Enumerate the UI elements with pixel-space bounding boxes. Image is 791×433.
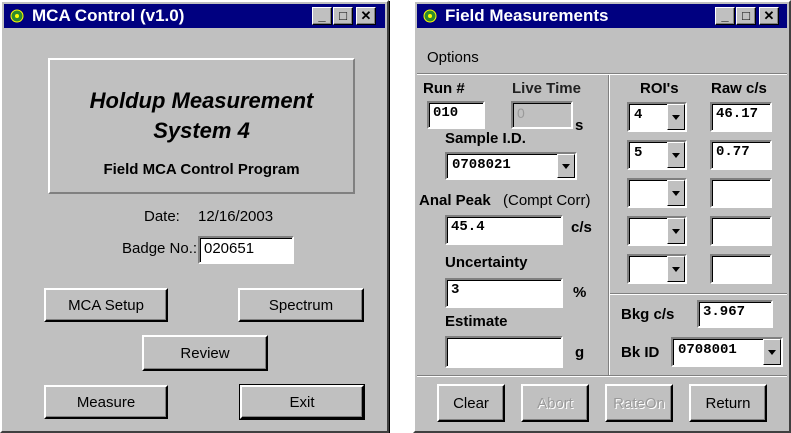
chevron-down-icon[interactable] — [667, 142, 685, 168]
chevron-down-icon[interactable] — [667, 180, 685, 206]
raw-cps-input-2[interactable]: 0.77 — [710, 140, 772, 170]
anal-peak-sub: (Compt Corr) — [503, 192, 591, 209]
roi-select-3[interactable] — [627, 178, 687, 208]
run-label: Run # — [423, 80, 465, 97]
banner-title-2: System 4 — [153, 118, 250, 143]
mca-titlebar[interactable]: MCA Control (v1.0) _ □ ✕ — [4, 4, 385, 28]
review-button[interactable]: Review — [142, 335, 268, 371]
bk-id-combo[interactable]: 0708001 — [671, 337, 783, 367]
roi-value: 5 — [634, 145, 643, 161]
date-value: 12/16/2003 — [198, 208, 274, 225]
menu-options[interactable]: Options — [427, 49, 479, 66]
raw-cps-input-4[interactable] — [710, 216, 772, 246]
chevron-down-icon[interactable] — [763, 339, 781, 365]
raw-cps-input-5[interactable] — [710, 254, 772, 284]
column-separator — [608, 75, 610, 375]
raw-cps-header: Raw c/s — [711, 80, 767, 97]
spectrum-button[interactable]: Spectrum — [238, 288, 364, 322]
roi-select-2[interactable]: 5 — [627, 140, 687, 170]
badge-label: Badge No.: — [122, 240, 198, 257]
chevron-down-icon[interactable] — [557, 154, 575, 178]
clear-button[interactable]: Clear — [437, 384, 505, 422]
estimate-input[interactable] — [445, 336, 563, 368]
chevron-down-icon[interactable] — [667, 218, 685, 244]
chevron-down-icon[interactable] — [667, 104, 685, 130]
live-time-input: 0 — [511, 101, 573, 129]
sample-id-value: 0708021 — [452, 157, 511, 173]
live-time-unit: s — [575, 117, 584, 134]
footer-separator — [417, 375, 787, 377]
rateon-button: RateOn — [605, 384, 673, 422]
app-icon — [10, 9, 24, 23]
close-button[interactable]: ✕ — [356, 7, 376, 25]
banner-title: Holdup Measurement — [89, 88, 314, 113]
field-measurements-window: Field Measurements _ □ ✕ Options Run # L… — [413, 0, 791, 433]
roi-value: 4 — [634, 107, 643, 123]
field-title: Field Measurements — [445, 6, 609, 25]
app-icon — [423, 9, 437, 23]
mca-setup-button[interactable]: MCA Setup — [44, 288, 168, 322]
banner-subtitle: Field MCA Control Program — [103, 161, 300, 178]
bkg-cps-label: Bkg c/s — [621, 306, 675, 323]
minimize-button[interactable]: _ — [312, 7, 332, 25]
raw-cps-input-3[interactable] — [710, 178, 772, 208]
banner-panel: Holdup Measurement System 4 Field MCA Co… — [48, 58, 355, 194]
roi-separator — [610, 293, 787, 295]
roi-select-5[interactable] — [627, 254, 687, 284]
mca-control-window: MCA Control (v1.0) _ □ ✕ Holdup Measurem… — [0, 0, 389, 433]
raw-cps-input-1[interactable]: 46.17 — [710, 102, 772, 132]
bk-id-label: Bk ID — [621, 344, 660, 361]
uncertainty-label: Uncertainty — [445, 254, 528, 271]
sample-id-combo[interactable]: 0708021 — [445, 152, 577, 180]
anal-peak-input[interactable]: 45.4 — [445, 215, 563, 245]
mca-title: MCA Control (v1.0) — [32, 6, 185, 25]
uncertainty-input[interactable]: 3 — [445, 278, 563, 308]
estimate-unit: g — [575, 344, 585, 361]
roi-select-1[interactable]: 4 — [627, 102, 687, 132]
roi-select-4[interactable] — [627, 216, 687, 246]
menu-separator — [417, 73, 787, 75]
bkg-cps-input[interactable]: 3.967 — [697, 300, 773, 328]
maximize-button[interactable]: □ — [736, 7, 756, 25]
estimate-label: Estimate — [445, 313, 508, 330]
uncertainty-unit: % — [573, 284, 587, 301]
sample-id-label: Sample I.D. — [445, 130, 526, 147]
live-time-label: Live Time — [512, 80, 581, 97]
date-label: Date: — [144, 208, 180, 225]
anal-peak-label: Anal Peak — [419, 192, 491, 209]
exit-button[interactable]: Exit — [239, 384, 365, 420]
measure-button[interactable]: Measure — [44, 385, 168, 419]
maximize-button[interactable]: □ — [333, 7, 353, 25]
close-button[interactable]: ✕ — [759, 7, 779, 25]
return-button[interactable]: Return — [689, 384, 767, 422]
roi-header: ROI's — [640, 80, 679, 97]
minimize-button[interactable]: _ — [715, 7, 735, 25]
abort-button: Abort — [521, 384, 589, 422]
bk-id-value: 0708001 — [678, 342, 737, 358]
badge-input[interactable]: 020651 — [198, 236, 294, 264]
field-titlebar[interactable]: Field Measurements _ □ ✕ — [417, 4, 787, 28]
anal-peak-unit: c/s — [571, 219, 592, 236]
run-input[interactable]: 010 — [427, 101, 485, 129]
chevron-down-icon[interactable] — [667, 256, 685, 282]
